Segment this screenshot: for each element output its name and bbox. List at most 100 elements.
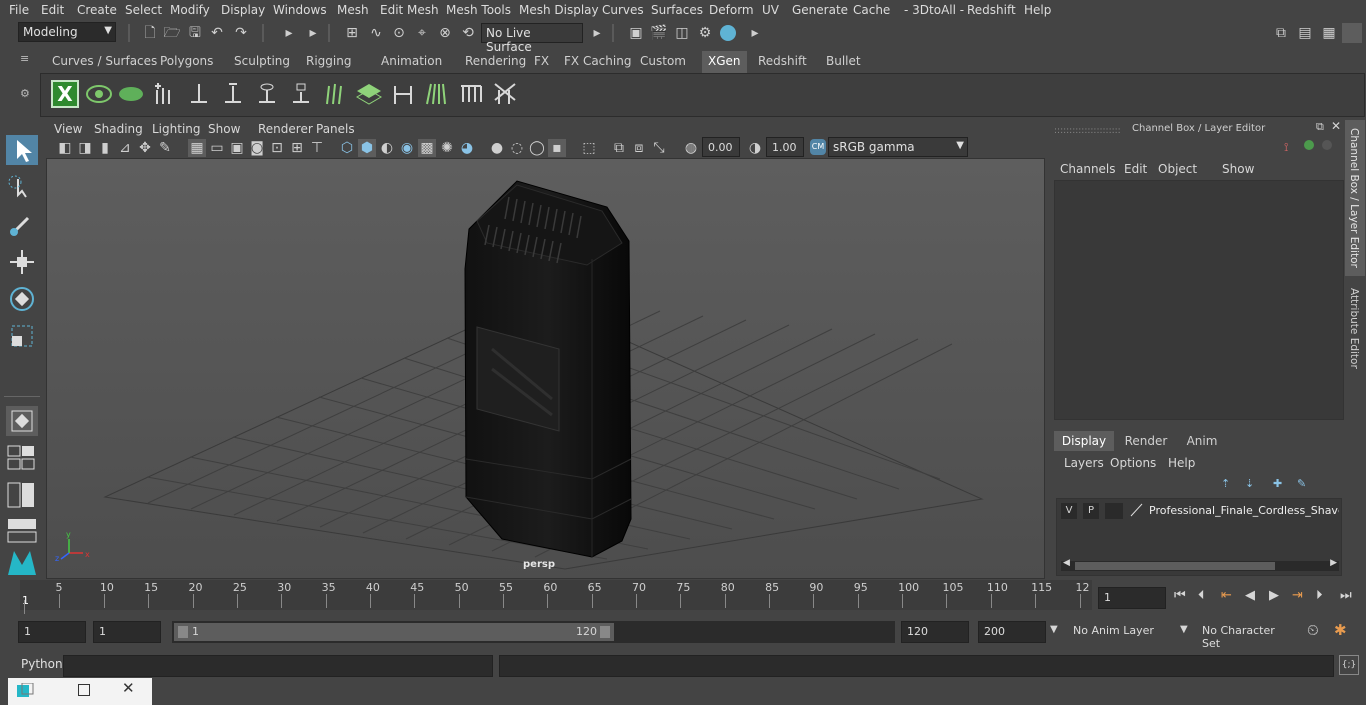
layer-color-icon[interactable] [1129, 503, 1143, 517]
live-surface-field[interactable]: No Live Surface [481, 23, 583, 54]
render-frame-icon[interactable]: ▣ [627, 24, 645, 42]
ambient-occlusion-icon[interactable]: ● [488, 139, 506, 157]
all-lights-icon[interactable]: ▩ [418, 139, 436, 157]
scroll-left-icon[interactable]: ◀ [1063, 558, 1070, 568]
axis-toggle-icon[interactable]: ⟟ [1284, 140, 1288, 155]
anim-layer-dropdown[interactable]: No Anim Layer [1068, 621, 1174, 643]
playback-start-field[interactable]: 1 [93, 621, 161, 643]
playback-toggle[interactable]: P [1083, 503, 1099, 519]
shelf-tab[interactable]: FX Caching [558, 51, 637, 73]
menu-item[interactable]: Mesh [337, 3, 369, 17]
menu-item[interactable]: Deform [709, 3, 754, 17]
layer-editor-tab[interactable]: Display [1054, 431, 1114, 451]
tab-channel-box[interactable]: Channel Box / Layer Editor [1345, 120, 1365, 276]
2d-pan-icon[interactable]: ✥ [136, 139, 154, 157]
guide-tool-icon[interactable] [185, 80, 213, 108]
gamma-icon[interactable]: ◑ [746, 139, 764, 157]
range-handle-right[interactable] [600, 626, 610, 638]
play-backwards-icon[interactable]: ◀ [1245, 588, 1255, 603]
maya-window-icon[interactable] [16, 682, 34, 699]
undo-icon[interactable]: ↶ [208, 24, 226, 42]
layer-name[interactable]: Professional_Finale_Cordless_Shaver_ [1149, 504, 1339, 517]
range-slider-bar[interactable]: 1 120 [174, 623, 614, 641]
menu-item[interactable]: Windows [273, 3, 327, 17]
wireframe-icon[interactable]: ⬡ [338, 139, 356, 157]
auto-key-icon[interactable]: ⏲ [1307, 621, 1319, 639]
new-layer-selected-icon[interactable]: ✎ [1297, 477, 1306, 490]
menu-item[interactable]: Curves [602, 3, 644, 17]
save-scene-icon[interactable]: 🖫 [186, 24, 204, 42]
perspective-viewport[interactable]: x y z persp [46, 158, 1045, 579]
menu-item[interactable]: Redshift [967, 3, 1016, 17]
chevron-down-icon[interactable]: ▼ [1050, 624, 1058, 635]
isolate-select-icon[interactable]: ⬚ [580, 139, 598, 157]
time-slider[interactable]: 1 5 10 15 20 25 30 35 40 45 50 55 60 65 70 75 80 85 90 95 1… [20, 580, 1092, 614]
redo-icon[interactable]: ↷ [232, 24, 250, 42]
bookmark-icon[interactable]: ▮ [96, 139, 114, 157]
smooth-shade-icon[interactable]: ⬢ [358, 139, 376, 157]
fx-guide-icon[interactable] [491, 80, 519, 108]
channel-box-menu-item[interactable]: Edit [1124, 162, 1147, 176]
grid-icon[interactable]: ▦ [188, 139, 206, 157]
close-icon[interactable]: ✕ [122, 679, 135, 697]
close-icon[interactable]: ✕ [1331, 119, 1341, 133]
panel-menu-item[interactable]: Panels [316, 122, 355, 136]
visibility-toggle[interactable]: V [1061, 503, 1077, 519]
shelf-tab[interactable]: Bullet [820, 51, 867, 73]
safe-title-icon[interactable]: ⊤ [308, 139, 326, 157]
snap-grid-icon[interactable]: ⊞ [343, 24, 361, 42]
panel-menu-item[interactable]: Show [208, 122, 240, 136]
preferences-icon[interactable]: ✱ [1334, 621, 1347, 639]
gate-mask-icon[interactable]: ◙ [248, 139, 266, 157]
scale-tool-icon[interactable] [6, 321, 38, 351]
snap-live-icon[interactable]: ⟲ [459, 24, 477, 42]
snap-curve-icon[interactable]: ∿ [367, 24, 385, 42]
wireframe-on-shaded-icon[interactable]: ◐ [378, 139, 396, 157]
step-back-key-icon[interactable]: ⏴ [1198, 588, 1205, 603]
layer-stack-icon[interactable] [355, 80, 383, 108]
layer-menu-item[interactable]: Help [1168, 456, 1195, 470]
step-forward-frame-icon[interactable]: ⇥ [1292, 588, 1303, 603]
lasso-tool-icon[interactable] [6, 173, 38, 203]
channel-box-menu-item[interactable]: Object [1158, 162, 1197, 176]
menu-item[interactable]: Display [221, 3, 265, 17]
guide-eye-icon[interactable] [253, 80, 281, 108]
layer-editor-tab[interactable]: Anim [1178, 431, 1226, 451]
play-forwards-icon[interactable]: ▶ [1269, 588, 1279, 603]
drag-handle[interactable]: :::::::::::::::::::::: [1054, 126, 1121, 136]
add-curve-icon[interactable] [219, 80, 247, 108]
status-dot-icon[interactable] [1322, 140, 1332, 150]
menu-item[interactable]: Edit Mesh [380, 3, 439, 17]
motion-blur-icon[interactable]: ◌ [508, 139, 526, 157]
step-forward-key-icon[interactable]: ⏵ [1316, 588, 1323, 603]
shelf-tab[interactable]: Sculpting [228, 51, 296, 73]
add-guide-icon[interactable] [151, 80, 179, 108]
status-dot-icon[interactable] [1304, 140, 1314, 150]
character-set-dropdown[interactable]: No Character Set [1197, 621, 1299, 650]
menu-item[interactable]: UV [762, 3, 779, 17]
anti-alias-icon[interactable]: ◯ [528, 139, 546, 157]
animation-end-field[interactable]: 200 [978, 621, 1046, 643]
menu-item[interactable]: Create [77, 3, 117, 17]
scrollbar-thumb[interactable] [1075, 562, 1275, 570]
range-slider[interactable]: 1 120 [172, 621, 895, 643]
gamma-field[interactable]: 1.00 [766, 137, 804, 157]
shelf-tab[interactable]: Custom [634, 51, 692, 73]
eye-icon[interactable] [85, 80, 113, 108]
shaver-model[interactable] [464, 180, 632, 558]
hypershade-icon[interactable] [720, 25, 736, 41]
new-scene-icon[interactable]: 🗋 [141, 24, 159, 42]
leaf-icon[interactable] [117, 80, 145, 108]
color-management-icon[interactable]: CM [810, 139, 826, 155]
shelf-tab[interactable]: Curves / Surfaces [46, 51, 163, 73]
current-frame-field[interactable]: 1 [1098, 587, 1166, 609]
camera-select-icon[interactable]: ◧ [56, 139, 74, 157]
menu-item[interactable]: Help [1024, 3, 1051, 17]
menu-item[interactable]: - 3DtoAll - [904, 3, 964, 17]
rotate-tool-icon[interactable] [6, 284, 38, 314]
menu-item[interactable]: Generate [792, 3, 848, 17]
layer-menu-item[interactable]: Options [1110, 456, 1156, 470]
snap-point-icon[interactable]: ⊙ [390, 24, 408, 42]
menu-item[interactable]: Surfaces [651, 3, 703, 17]
layout-single-icon[interactable] [6, 443, 38, 473]
